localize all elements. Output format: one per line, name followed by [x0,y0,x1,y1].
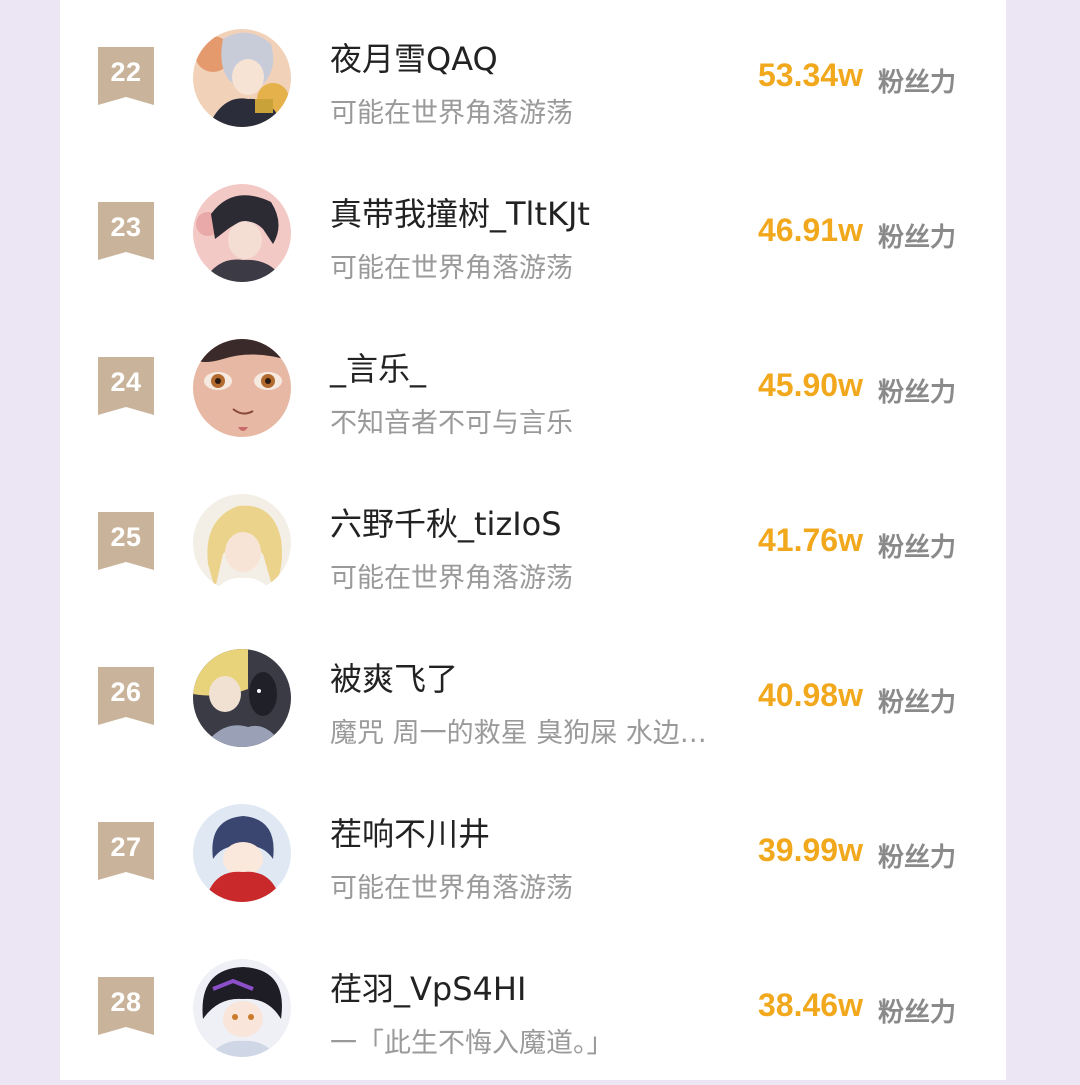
rank-ribbon-icon: 24 [98,357,154,415]
avatar-anime-chibi-red-icon [193,804,291,902]
rank-ribbon-icon: 22 [98,47,154,105]
fan-power-value: 40.98w [758,677,863,713]
user-avatar[interactable] [193,804,291,902]
rank-number: 26 [110,677,142,707]
user-name[interactable]: 六野千秋_tizIoS [330,499,562,545]
fan-power-label: 粉丝力 [878,223,957,253]
rank-ribbon-icon: 28 [98,977,154,1035]
fan-power-label: 粉丝力 [878,378,957,408]
avatar-anime-blonde-icon [193,494,291,592]
user-name[interactable]: 茬响不川井 [330,809,490,855]
avatar-anime-chibi-dark-icon [193,959,291,1057]
user-avatar[interactable] [193,494,291,592]
ranking-row[interactable]: 27 茬响不川井 可能在世界角落游荡 39.99w 粉丝力 [60,775,1006,930]
user-avatar[interactable] [193,959,291,1057]
user-avatar[interactable] [193,339,291,437]
ranking-row[interactable]: 24 _言乐_ 不知音者不可与言乐 45.90w 粉丝力 [60,310,1006,465]
fan-power-value: 45.90w [758,367,863,403]
ranking-row[interactable]: 25 六野千秋_tizIoS 可能在世界角落游荡 41.76w 粉丝力 [60,465,1006,620]
user-name[interactable]: 真带我撞树_TltKJt [330,189,590,235]
ranking-row[interactable]: 28 荏羽_VpS4HI 一「此生不悔入魔道。」 38.46w 粉丝力 [60,930,1006,1085]
user-name[interactable]: 被爽飞了 [330,654,458,700]
user-avatar[interactable] [193,29,291,127]
fan-power-value: 41.76w [758,522,863,558]
user-name[interactable]: _言乐_ [330,344,426,390]
ranking-row[interactable]: 23 真带我撞树_TltKJt 可能在世界角落游荡 46.91w 粉丝力 [60,155,1006,310]
rank-number: 24 [110,367,142,397]
user-avatar[interactable] [193,184,291,282]
avatar-anime-eyes-closeup-icon [193,339,291,437]
fan-power-value: 46.91w [758,212,863,248]
user-signature: 可能在世界角落游荡 [330,98,573,129]
rank-ribbon-icon: 27 [98,822,154,880]
fan-power-value: 39.99w [758,832,863,868]
rank-number: 28 [110,987,142,1017]
rank-number: 22 [110,57,142,87]
ranking-list-card: 22 夜月雪QAQ 可能在世界角落游荡 53.34w 粉丝力 23 真带我撞树_… [60,0,1006,1080]
fan-power-label: 粉丝力 [878,843,957,873]
user-signature: 可能在世界角落游荡 [330,253,573,284]
rank-ribbon-icon: 26 [98,667,154,725]
avatar-anime-dark-hair-icon [193,184,291,282]
fan-power-label: 粉丝力 [878,533,957,563]
ranking-row[interactable]: 26 被爽飞了 魔咒 周一的救星 臭狗屎 水边… 40.98w 粉丝力 [60,620,1006,775]
rank-ribbon-icon: 23 [98,202,154,260]
user-signature: 可能在世界角落游荡 [330,873,573,904]
fan-power-value: 53.34w [758,57,863,93]
fan-power-value: 38.46w [758,987,863,1023]
user-signature: 魔咒 周一的救星 臭狗屎 水边… [330,718,707,749]
fan-power-label: 粉丝力 [878,688,957,718]
rank-number: 23 [110,212,142,242]
avatar-anime-blonde-dark-icon [193,649,291,747]
fan-power-label: 粉丝力 [878,998,957,1028]
rank-number: 25 [110,522,142,552]
avatar-anime-silver-hair-icon [193,29,291,127]
rank-ribbon-icon: 25 [98,512,154,570]
fan-power-label: 粉丝力 [878,68,957,98]
rank-number: 27 [110,832,142,862]
user-name[interactable]: 荏羽_VpS4HI [330,964,526,1010]
user-signature: 可能在世界角落游荡 [330,563,573,594]
user-signature: 不知音者不可与言乐 [330,408,573,439]
ranking-row[interactable]: 22 夜月雪QAQ 可能在世界角落游荡 53.34w 粉丝力 [60,0,1006,155]
user-avatar[interactable] [193,649,291,747]
user-name[interactable]: 夜月雪QAQ [330,34,498,80]
user-signature: 一「此生不悔入魔道。」 [330,1028,614,1059]
